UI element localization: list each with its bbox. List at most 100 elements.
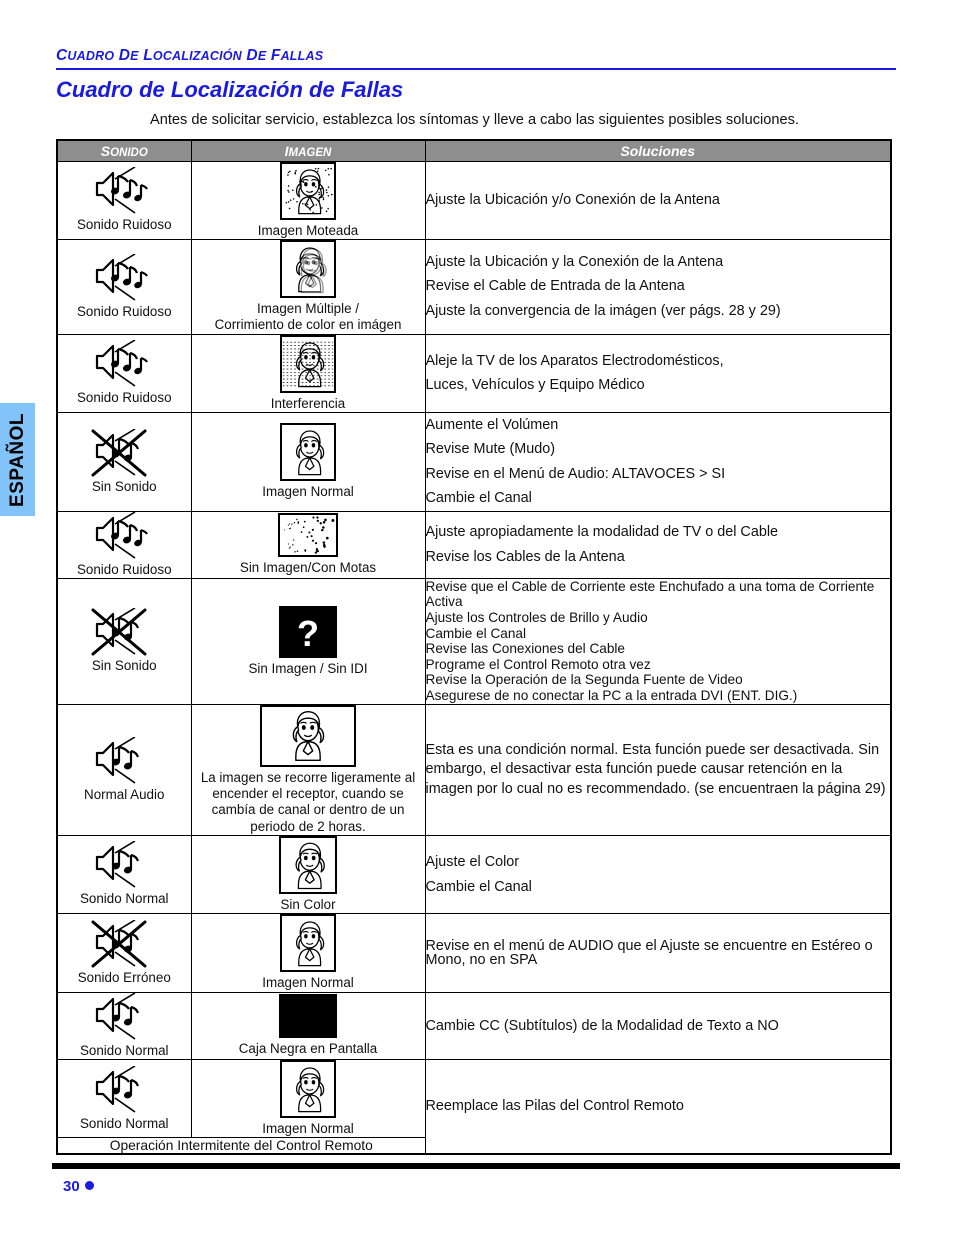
sound-cell: Sonido Normal — [56, 834, 192, 915]
merged-note-cell: Operación Intermitente del Control Remot… — [56, 1137, 426, 1155]
footer-divider — [52, 1163, 900, 1169]
solution-line: Aumente el Volúmen — [425, 416, 559, 433]
sound-label: Normal Audio — [84, 786, 165, 802]
sound-cell: Sonido Ruidoso — [56, 333, 192, 413]
image-cell: Imagen Normal — [190, 1058, 426, 1139]
speaker-noisy-icon — [96, 511, 149, 559]
sound-cell: Sonido Erróneo — [56, 913, 192, 993]
sound-label: Sonido Ruidoso — [76, 303, 172, 319]
page-title: Cuadro de Localización de Fallas — [56, 77, 404, 102]
solutions-cell: Aleje la TV de los Aparatos Electrodomés… — [424, 333, 892, 413]
image-cell: Imagen Moteada — [190, 160, 426, 240]
solution-line: Ajuste apropiadamente la modalidad de TV… — [425, 524, 779, 541]
tv-snow-picture-icon — [278, 513, 338, 557]
speaker-normal-icon — [96, 841, 140, 889]
solution-line: Aleje la TV de los Aparatos Electrodomés… — [425, 352, 724, 369]
solutions-cell: Aumente el Volúmen Revise Mute (Mudo) Revi… — [424, 411, 892, 512]
table-row: Sonido Ruidoso Sin Imagen/Con Motas Ajust… — [56, 510, 892, 579]
solution-line: Programe el Control Remoto otra vez — [425, 656, 651, 672]
solution-line: Ajuste los Controles de Brillo y Audio — [425, 610, 648, 626]
speaker-noisy-icon — [96, 253, 149, 301]
table-row: Sonido Normal Sin Color Ajuste el Color Ca… — [56, 834, 892, 915]
sound-cell: Sonido Ruidoso — [56, 160, 192, 240]
table-row: Sonido Ruidoso Interferencia Aleje la TV … — [56, 333, 892, 413]
table-row: Sonido Ruidoso Imagen Moteada Ajuste la U… — [56, 160, 892, 240]
image-cell: Imagen Normal — [190, 913, 426, 993]
sound-label: Sonido Erróneo — [77, 969, 171, 985]
image-cell: Imagen Normal — [190, 411, 426, 512]
sound-label: Sonido Ruidoso — [76, 217, 172, 232]
tv-normal-picture-icon — [280, 423, 336, 482]
tv-no-color-picture-icon — [279, 835, 337, 894]
troubleshooting-table: SONIDO IMAGEN Soluciones Sonido Ruidoso — [56, 139, 892, 1156]
image-label: Imagen Normal — [262, 484, 354, 500]
sound-cell: Sonido Ruidoso — [56, 510, 192, 579]
sound-label: Sonido Normal — [79, 891, 169, 907]
solutions-cell: Ajuste la Ubicación y la Conexión de la … — [424, 238, 892, 335]
page-number-value: 30 — [63, 1178, 80, 1195]
sound-cell: Sonido Ruidoso — [56, 238, 192, 335]
image-label: Interferencia — [270, 395, 346, 411]
solution-line: Revise los Cables de la Antena — [425, 548, 625, 565]
image-cell: ? Sin Imagen / Sin IDI — [190, 577, 426, 705]
column-header-soluciones: Soluciones — [424, 139, 892, 162]
image-label: Imagen Normal — [262, 975, 354, 991]
table-row: Sin Sonido Imagen Normal Aumente el Volúm… — [56, 411, 892, 512]
solution-line: Revise que el Cable de Corriente este En… — [425, 578, 875, 594]
solution-line: Revise en el Menú de Audio: ALTAVOCES > … — [425, 465, 726, 482]
column-header-imagen: IMAGEN — [190, 139, 426, 162]
solution-line: Revise el Cable de Entrada de la Antena — [425, 278, 685, 295]
tv-black-box-icon — [279, 994, 337, 1039]
page-content: CUADRO DE LOCALIZACIÓN DE FALLAS Cuadro … — [56, 0, 896, 1156]
intro-text: Antes de solicitar servicio, establezca … — [150, 112, 799, 128]
sound-label: Sonido Normal — [79, 1042, 169, 1058]
image-cell: Imagen Múltiple / Corrimiento de color en… — [190, 238, 426, 335]
sound-label: Sonido Normal — [79, 1115, 169, 1131]
image-label: Imagen Múltiple / Corrimiento de color en… — [214, 300, 402, 333]
solution-line: Esta es una condición normal. Esta funci… — [425, 741, 886, 797]
image-label: Sin Color — [280, 896, 336, 912]
image-label: La imagen se recorre ligeramente al ence… — [200, 769, 416, 834]
image-cell: La imagen se recorre ligeramente al ence… — [190, 703, 426, 836]
sound-cell: Sonido Normal — [56, 1058, 192, 1139]
table-row: Sonido Normal Imagen Normal Reemplace las… — [56, 1058, 892, 1155]
speaker-normal-icon — [96, 992, 140, 1040]
page-number: 30 — [63, 1178, 94, 1195]
table-row: Sonido Erróneo Imagen Normal Revise en el… — [56, 913, 892, 993]
solutions-cell: Ajuste la Ubicación y/o Conexión de la A… — [424, 160, 892, 240]
image-label: Caja Negra en Pantalla — [238, 1041, 378, 1057]
sound-label: Sin Sonido — [91, 658, 157, 674]
tv-question-mark-icon: ? — [279, 605, 337, 658]
table-header-row: SONIDO IMAGEN Soluciones — [56, 139, 892, 162]
bullet-dot-icon — [84, 1181, 94, 1190]
speaker-muted-icon — [91, 919, 147, 968]
speaker-noisy-icon — [96, 167, 149, 214]
image-cell: Caja Negra en Pantalla — [190, 991, 426, 1061]
language-tab-label: ESPAÑOL — [6, 412, 28, 507]
column-header-sonido: SONIDO — [56, 139, 192, 162]
table-body: Sonido Ruidoso Imagen Moteada Ajuste la U… — [56, 160, 892, 1155]
table-row: Sonido Ruidoso Imagen Múltiple / Corrimie… — [56, 238, 892, 335]
image-label: Sin Imagen/Con Motas — [239, 560, 377, 575]
solution-line: Activa — [425, 594, 463, 610]
language-tab: ESPAÑOL — [0, 403, 35, 516]
solution-line: Luces, Vehículos y Equipo Médico — [425, 377, 645, 394]
sound-cell: Sin Sonido — [56, 411, 192, 512]
solutions-cell: Revise que el Cable de Corriente este En… — [424, 577, 892, 705]
image-label: Imagen Normal — [262, 1121, 354, 1136]
solution-line: Cambie el Canal — [425, 490, 532, 507]
solutions-cell: Ajuste el Color Cambie el Canal — [424, 834, 892, 915]
solutions-cell: Reemplace las Pilas del Control Remoto — [424, 1059, 892, 1155]
image-label: Imagen Moteada — [257, 222, 359, 238]
image-label: Sin Imagen / Sin IDI — [248, 660, 368, 676]
solution-line: Reemplace las Pilas del Control Remoto — [425, 1098, 684, 1115]
table-row: Normal Audio La imagen se recorre ligera… — [56, 703, 892, 836]
speaker-muted-icon — [91, 428, 147, 477]
solutions-cell: Revise en el menú de AUDIO que el Ajuste… — [424, 913, 892, 993]
solution-line: Cambie CC (Subtítulos) de la Modalidad d… — [425, 1017, 779, 1034]
solutions-cell: Cambie CC (Subtítulos) de la Modalidad d… — [424, 991, 892, 1061]
solution-line: Revise en el menú de AUDIO que el Ajuste… — [425, 937, 873, 968]
sound-cell: Sin Sonido — [56, 577, 192, 705]
tv-normal-picture-icon — [280, 1060, 336, 1118]
sound-label: Sonido Ruidoso — [76, 390, 172, 406]
